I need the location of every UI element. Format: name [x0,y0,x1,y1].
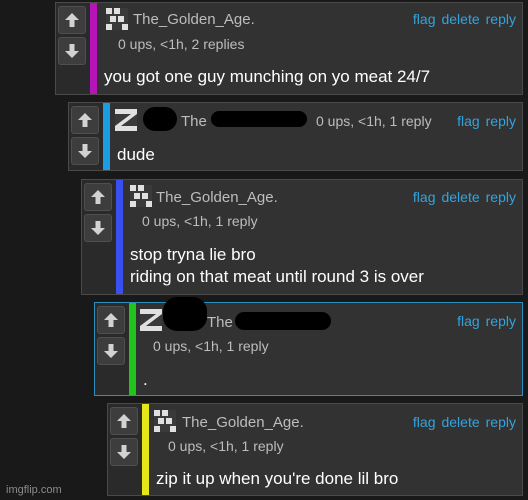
comment-body: zip it up when you're done lil bro [156,468,398,490]
vote-column [82,180,117,294]
redaction-scribble [235,312,331,330]
comment-meta: 0 ups, <1h, 1 reply [168,438,284,454]
flag-link[interactable]: flag [457,113,480,129]
vote-column [56,3,91,94]
comment-meta: 0 ups, <1h, 2 replies [118,36,245,52]
arrow-down-icon [117,445,131,459]
comment-1: The_Golden_Age. 0 ups, <1h, 2 replies fl… [55,2,523,95]
comment-meta: 0 ups, <1h, 1 reply [316,113,432,129]
delete-link[interactable]: delete [441,11,479,27]
comment-body-line: stop tryna lie bro [130,245,256,264]
thread-color-stripe [116,180,123,294]
arrow-down-icon [78,144,92,158]
comment-actions: flag delete reply [407,11,516,27]
comment-actions: flag reply [451,113,516,129]
username-link[interactable]: The_Golden_Age. [133,11,255,28]
redaction-scribble [143,107,177,131]
arrow-down-icon [65,44,79,58]
comment-body-line: zip it up when you're done lil bro [156,469,399,488]
vote-column [95,303,130,395]
downvote-button[interactable] [71,137,99,165]
comment-body-line: dude [117,145,155,164]
arrow-down-icon [104,344,118,358]
username-link[interactable]: The [181,113,207,130]
comment-body-line: you got one guy munching on yo meat 24/7 [104,67,431,86]
user-avatar[interactable] [106,8,128,30]
arrow-up-icon [65,13,79,27]
user-avatar[interactable] [115,109,137,131]
imgflip-watermark: imgflip.com [6,484,62,496]
reply-link[interactable]: reply [486,414,516,430]
comment-body: you got one guy munching on yo meat 24/7 [104,66,430,88]
downvote-button[interactable] [97,337,125,365]
username-link[interactable]: The [207,314,233,331]
redaction-scribble [163,297,207,331]
comment-meta: 0 ups, <1h, 1 reply [153,338,269,354]
reply-link[interactable]: reply [486,11,516,27]
redaction-scribble [211,111,307,127]
username-link[interactable]: The_Golden_Age. [182,414,304,431]
vote-column [108,404,143,495]
comment-body: dude [117,144,155,166]
downvote-button[interactable] [110,438,138,466]
comment-meta: 0 ups, <1h, 1 reply [142,213,258,229]
upvote-button[interactable] [71,106,99,134]
arrow-up-icon [78,113,92,127]
flag-link[interactable]: flag [413,414,436,430]
username-link[interactable]: The_Golden_Age. [156,189,278,206]
comment-body: . [143,369,148,391]
comment-3: The_Golden_Age. 0 ups, <1h, 1 reply flag… [81,179,523,295]
comment-actions: flag delete reply [407,414,516,430]
comment-body: stop tryna lie bro riding on that meat u… [130,244,424,288]
comment-5: The_Golden_Age. 0 ups, <1h, 1 reply flag… [107,403,523,496]
reply-link[interactable]: reply [486,113,516,129]
upvote-button[interactable] [84,183,112,211]
comment-body-line: . [143,370,148,389]
vote-column [69,103,104,170]
comment-body-line: riding on that meat until round 3 is ove… [130,267,424,286]
flag-link[interactable]: flag [413,189,436,205]
arrow-up-icon [104,313,118,327]
flag-link[interactable]: flag [413,11,436,27]
flag-link[interactable]: flag [457,313,480,329]
comment-2: The 0 ups, <1h, 1 reply flag reply dude [68,102,523,171]
downvote-button[interactable] [84,214,112,242]
arrow-up-icon [91,190,105,204]
thread-color-stripe [142,404,149,495]
user-avatar[interactable] [130,185,152,207]
upvote-button[interactable] [110,407,138,435]
upvote-button[interactable] [97,306,125,334]
thread-color-stripe [90,3,97,94]
arrow-up-icon [117,414,131,428]
reply-link[interactable]: reply [486,313,516,329]
upvote-button[interactable] [58,6,86,34]
arrow-down-icon [91,221,105,235]
delete-link[interactable]: delete [441,189,479,205]
comment-actions: flag reply [451,313,516,329]
thread-color-stripe [103,103,110,170]
comment-actions: flag delete reply [407,189,516,205]
comment-4: The 0 ups, <1h, 1 reply flag reply . [94,297,523,396]
delete-link[interactable]: delete [441,414,479,430]
reply-link[interactable]: reply [486,189,516,205]
thread-color-stripe [129,303,136,395]
user-avatar[interactable] [140,309,162,331]
downvote-button[interactable] [58,37,86,65]
user-avatar[interactable] [154,410,176,432]
